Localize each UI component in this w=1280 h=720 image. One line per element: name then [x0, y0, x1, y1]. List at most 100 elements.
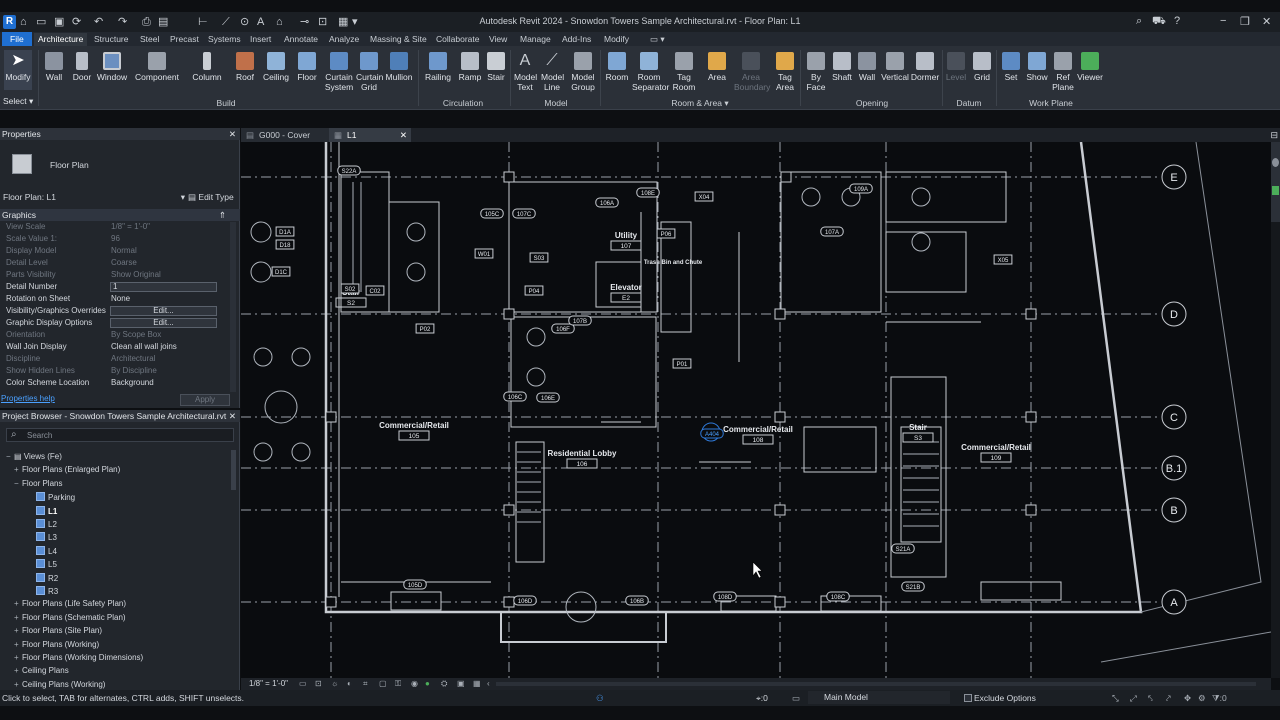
view-scale-dropdown[interactable]: 1/8" = 1'-0" — [249, 678, 288, 690]
ref-plane-button[interactable]: Ref Plane — [1050, 52, 1076, 92]
grid-head[interactable]: B.1 — [1161, 455, 1187, 481]
drag-elements-icon[interactable]: ✥ — [1184, 690, 1191, 706]
ceiling-button[interactable]: Ceiling — [260, 52, 292, 82]
room-name[interactable]: Trash Bin and Chute — [644, 260, 703, 266]
select-underlay-icon[interactable]: ⤢ — [1130, 690, 1137, 706]
unlock-3d-icon[interactable]: ⚿ — [395, 678, 401, 690]
ramp-button[interactable]: Ramp — [456, 52, 484, 82]
shaft-button[interactable]: Shaft — [830, 52, 854, 82]
area-button[interactable]: Area — [702, 52, 732, 82]
worksets-icon[interactable]: ⚇ — [596, 690, 604, 706]
vg-overrides-edit-button[interactable]: Edit... — [110, 306, 217, 316]
mullion-button[interactable]: Mullion — [384, 52, 414, 82]
room-name[interactable]: Commercial/Retail — [379, 421, 449, 430]
crop-view-icon[interactable]: ⌗ — [363, 678, 368, 690]
by-face-button[interactable]: By Face — [802, 52, 830, 92]
visual-style-icon[interactable]: ⊡ — [315, 678, 322, 690]
editable-only-icon[interactable]: ⌖:0 — [756, 690, 768, 706]
shadows-icon[interactable]: ◐ — [347, 678, 352, 690]
room-name[interactable]: Utility — [615, 231, 638, 240]
curtain-grid-button[interactable]: Curtain Grid — [356, 52, 383, 92]
zoom-icon[interactable] — [1272, 186, 1279, 195]
exclude-options-checkbox[interactable]: Exclude Options — [964, 690, 1036, 706]
doc-tab-l1[interactable]: ▦ L1 ✕ — [329, 128, 411, 142]
drawing-canvas[interactable]: E D C B.1 B A Commercial/Retail 105 Residential… — [241, 142, 1271, 678]
tab-modify[interactable]: Modify — [600, 33, 633, 46]
component-button[interactable]: Component — [132, 52, 182, 82]
steering-wheel-icon[interactable] — [1272, 158, 1279, 167]
canvas-vertical-scrollbar[interactable] — [1271, 142, 1280, 678]
edit-type-button[interactable]: ▤ Edit Type — [188, 192, 234, 203]
tab-systems[interactable]: Systems — [204, 33, 245, 46]
grid-head[interactable]: B — [1161, 497, 1187, 523]
minimize-icon[interactable]: − — [1220, 15, 1226, 27]
level-button[interactable]: Level — [944, 52, 968, 82]
panel-label-room-area[interactable]: Room & Area ▾ — [668, 98, 732, 109]
background-processes-icon[interactable]: ⚙ — [1198, 690, 1206, 706]
modify-button[interactable]: ➤ Modify — [4, 50, 32, 90]
collapse-icon[interactable]: − — [6, 452, 14, 462]
vertical-button[interactable]: Vertical — [880, 52, 910, 82]
browser-item[interactable]: + Ceiling Plans — [14, 666, 69, 676]
tab-precast[interactable]: Precast — [166, 33, 203, 46]
browser-item[interactable]: + Floor Plans (Site Plan) — [14, 626, 102, 636]
railing-button[interactable]: Railing — [422, 52, 454, 82]
detail-level-icon[interactable]: ▭ — [299, 678, 307, 690]
show-crop-icon[interactable]: ▢ — [379, 678, 387, 690]
room-name[interactable]: Residential Lobby — [548, 449, 617, 458]
grid-button[interactable]: Grid — [970, 52, 994, 82]
show-button[interactable]: Show — [1024, 52, 1050, 82]
room-name[interactable]: Commercial/Retail — [723, 425, 793, 434]
select-by-face-icon[interactable]: ⤤ — [1166, 690, 1171, 706]
floor-button[interactable]: Floor — [294, 52, 320, 82]
browser-item[interactable]: L5 — [36, 559, 57, 570]
tab-insert[interactable]: Insert — [246, 33, 275, 46]
doc-tab-g000-cover[interactable]: ▤ G000 - Cover — [241, 128, 341, 142]
browser-item[interactable]: + Floor Plans (Life Safety Plan) — [14, 599, 126, 609]
filter-icon[interactable]: ⧩:0 — [1212, 690, 1227, 706]
tab-menu-icon[interactable]: ⊟ — [1270, 130, 1278, 141]
highlight-displacement-icon[interactable]: ▦ — [473, 678, 481, 690]
expand-icon[interactable]: + — [14, 640, 22, 650]
select-dropdown[interactable]: Select ▾ — [3, 96, 37, 106]
room-separator-button[interactable]: Room Separator — [632, 52, 669, 92]
expand-icon[interactable]: + — [14, 666, 22, 676]
tab-annotate[interactable]: Annotate — [280, 33, 322, 46]
canvas-horizontal-scrollbar[interactable] — [496, 682, 1256, 686]
design-options-icon[interactable]: ▭ — [792, 690, 800, 706]
tab-file[interactable]: File — [2, 32, 32, 46]
close-icon[interactable]: ✕ — [1262, 15, 1271, 28]
instance-selector[interactable]: Floor Plan: L1 ▾ — [3, 192, 185, 202]
graphic-display-edit-button[interactable]: Edit... — [110, 318, 217, 328]
expand-icon[interactable]: + — [14, 613, 22, 623]
browser-search-input[interactable]: ⌕ Search — [6, 428, 234, 442]
column-button[interactable]: Column — [190, 52, 224, 82]
model-text-button[interactable]: A Model Text — [512, 52, 538, 92]
expand-icon[interactable]: + — [14, 680, 22, 690]
browser-item[interactable]: + Floor Plans (Working) — [14, 640, 99, 650]
browser-item[interactable]: Parking — [36, 492, 75, 503]
wall-button[interactable]: Wall — [40, 52, 68, 82]
floor-plan-drawing[interactable]: E D C B.1 B A Commercial/Retail 105 Residential… — [241, 142, 1271, 678]
properties-help-link[interactable]: Properties help — [1, 394, 55, 403]
tab-collaborate[interactable]: Collaborate — [432, 33, 483, 46]
room-name[interactable]: Elevator — [610, 283, 642, 292]
tag-area-button[interactable]: Tag Area — [772, 52, 798, 92]
room-name[interactable]: Commercial/Retail — [961, 443, 1031, 452]
browser-item[interactable]: L4 — [36, 545, 57, 557]
door-button[interactable]: Door — [68, 52, 96, 82]
active-design-option-select[interactable]: Main Model — [808, 691, 950, 704]
search-icon[interactable]: ⌕ — [1136, 15, 1142, 28]
browser-item[interactable]: + Floor Plans (Working Dimensions) — [14, 653, 143, 663]
grid-head[interactable]: E — [1161, 164, 1187, 190]
curtain-system-button[interactable]: Curtain System — [322, 52, 356, 92]
tab-view[interactable]: View — [485, 33, 511, 46]
grid-head[interactable]: D — [1161, 301, 1187, 327]
graphics-group-header[interactable]: Graphics ⇑ — [0, 209, 240, 221]
browser-item[interactable]: + Floor Plans (Enlarged Plan) — [14, 465, 120, 475]
browser-scrollbar[interactable] — [231, 450, 236, 490]
worksharing-icon[interactable]: ⛭ — [441, 678, 447, 690]
rotation-select[interactable]: None — [111, 294, 130, 304]
room-name[interactable]: Stair — [909, 423, 927, 432]
color-scheme-select[interactable]: Background — [111, 378, 154, 388]
